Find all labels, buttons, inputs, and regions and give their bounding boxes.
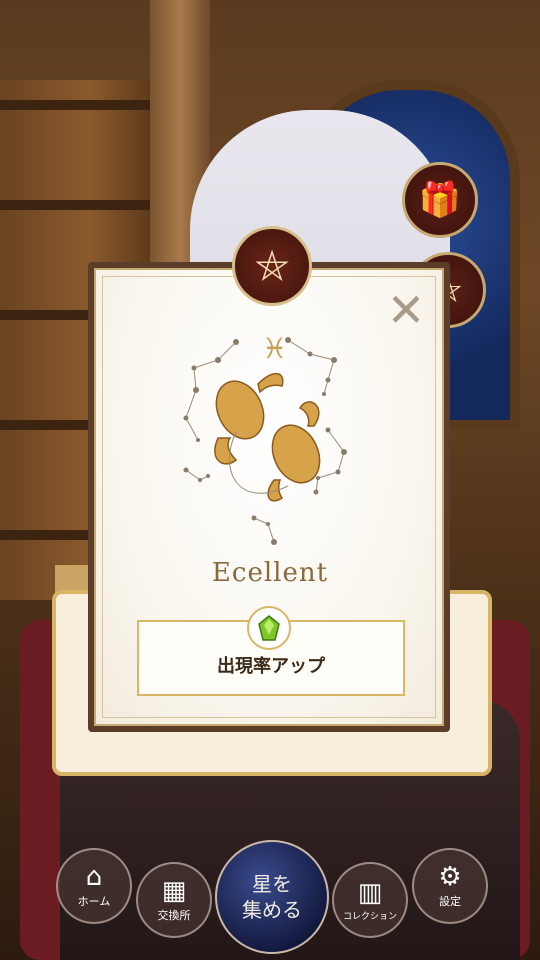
gear-icon: ⚙ (438, 862, 462, 892)
bonus-label: 出現率アップ (217, 656, 325, 677)
nav-home-button[interactable]: ⌂ ホーム (56, 848, 132, 924)
gather-label-line2: 集める (242, 898, 302, 922)
pisces-symbol: ♓ (262, 332, 287, 365)
fish-lower (267, 401, 321, 502)
nav-collection-button[interactable]: ▥ コレクション (332, 862, 408, 938)
nav-exchange-button[interactable]: ▦ 交換所 (136, 862, 212, 938)
result-title: Ecellent (211, 558, 329, 588)
gather-label-line1: 星を (252, 872, 292, 896)
nav-collection-label: コレクション (342, 911, 397, 922)
pentagram-medallion-icon: ⛤ (232, 226, 312, 306)
nav-settings-label: 設定 (439, 895, 461, 908)
close-icon: ✕ (386, 283, 426, 337)
fish-upper (214, 373, 284, 465)
shop-icon: ▦ (161, 876, 187, 906)
pentagram-symbol: ⛤ (255, 241, 289, 290)
nav-home-label: ホーム (77, 895, 111, 908)
gift-button[interactable]: 🎁 (402, 162, 478, 238)
nav-settings-button[interactable]: ⚙ 設定 (412, 848, 488, 924)
home-icon: ⌂ (85, 862, 103, 892)
close-button[interactable]: ✕ (384, 287, 428, 333)
pisces-constellation-icon: ♓ (183, 332, 347, 545)
gather-stars-button[interactable]: 星を 集める (215, 840, 329, 954)
nav-exchange-label: 交換所 (157, 909, 191, 922)
cabinet-icon: ▥ (357, 877, 383, 908)
gift-icon: 🎁 (418, 180, 462, 220)
green-gem-icon (247, 606, 291, 650)
